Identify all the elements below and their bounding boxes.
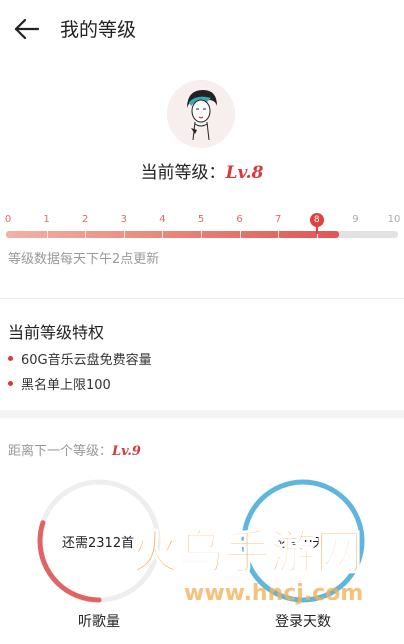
current-level-marker-number: 8 — [313, 215, 320, 225]
header: 我的等级 — [0, 0, 404, 56]
level-segment-separator — [201, 231, 202, 238]
privilege-text: 黑名单上限100 — [21, 378, 111, 393]
page-title: 我的等级 — [60, 19, 137, 41]
back-button[interactable] — [12, 14, 42, 44]
privilege-item: 60G音乐云盘免费容量 — [8, 349, 152, 368]
login-days-caption: 登录天数 — [275, 614, 331, 630]
current-level-value: Lv.8 — [225, 163, 264, 183]
next-level-text: 距离下一个等级： — [8, 444, 113, 459]
level-tick-label: 4 — [159, 214, 166, 225]
section-gap — [0, 410, 404, 418]
bullet-dot-icon — [8, 356, 13, 361]
current-level: 当前等级：Lv.8 — [0, 158, 404, 183]
avatar[interactable] — [167, 80, 235, 148]
arrow-left-icon — [14, 18, 40, 40]
privilege-item: 黑名单上限100 — [8, 374, 111, 393]
level-tick-label: 6 — [236, 214, 243, 225]
level-segment-separator — [46, 231, 48, 238]
level-progress-fill — [6, 231, 340, 238]
level-segment-separator — [85, 231, 87, 238]
avatar-illustration-icon — [167, 80, 235, 148]
level-tick-label: 1 — [43, 214, 50, 225]
listen-count-caption: 听歌量 — [78, 614, 120, 630]
level-segment-separator — [123, 231, 125, 238]
level-tick-label: 3 — [120, 214, 127, 225]
level-progress-track — [6, 231, 398, 238]
update-note: 等级数据每天下午2点更新 — [8, 252, 160, 267]
level-tick-label: 0 — [4, 214, 12, 225]
level-segment-separator — [162, 231, 164, 238]
next-level-label: 距离下一个等级：Lv.9 — [8, 440, 141, 459]
privileges-title: 当前等级特权 — [8, 323, 105, 342]
next-level-value: Lv.9 — [112, 444, 141, 459]
current-level-marker: 8 — [309, 213, 324, 227]
level-marker-stem — [315, 226, 318, 234]
current-level-label: 当前等级： — [140, 163, 226, 183]
listen-count-remaining: 还需2312首 — [62, 536, 135, 551]
privilege-text: 60G音乐云盘免费容量 — [21, 353, 152, 368]
level-segment-separator — [239, 231, 241, 238]
bullet-dot-icon — [8, 381, 13, 386]
login-days-remaining: 还需0天 — [278, 536, 326, 551]
level-tick-label: 5 — [197, 214, 205, 225]
section-divider — [0, 298, 404, 299]
level-tick-label: 2 — [82, 214, 89, 225]
level-tick-label: 9 — [352, 214, 359, 225]
level-segment-separator — [278, 231, 280, 238]
level-tick-label: 10 — [387, 214, 401, 225]
level-tick-label: 7 — [275, 214, 282, 225]
